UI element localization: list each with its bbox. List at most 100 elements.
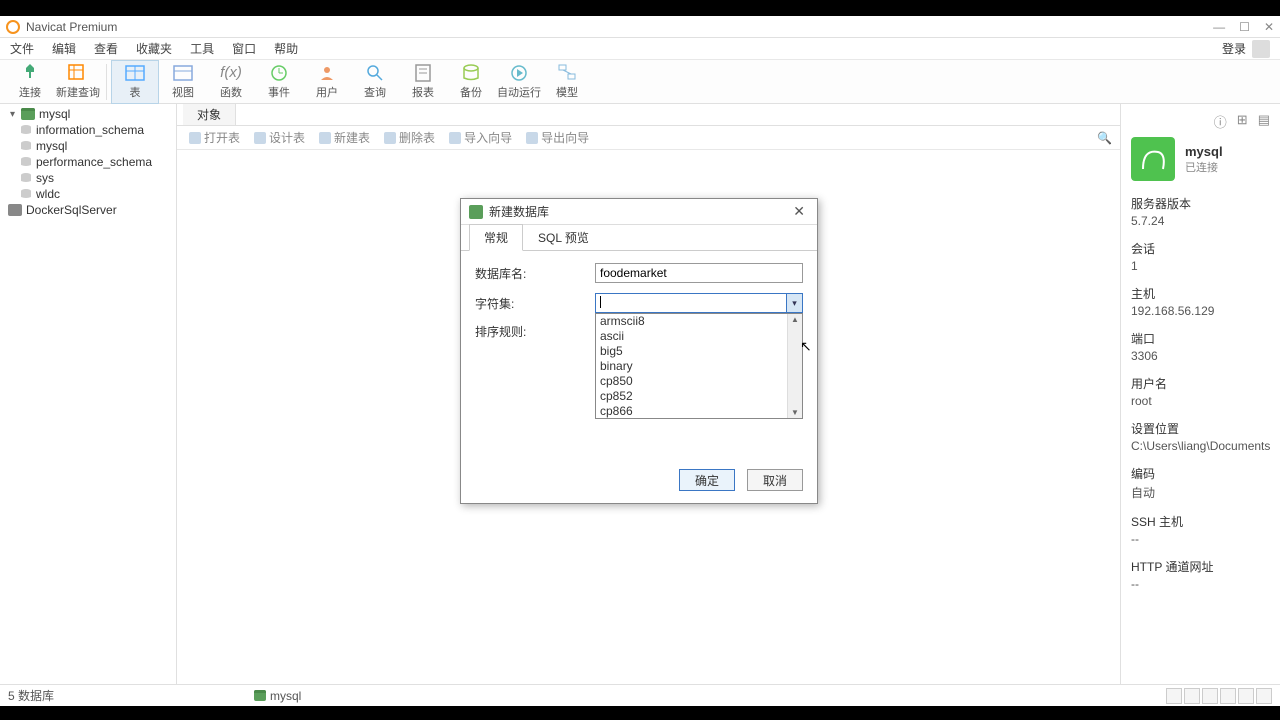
ok-button[interactable]: 确定 xyxy=(679,469,735,491)
schema-icon xyxy=(20,188,32,200)
scrollbar[interactable]: ▲▼ xyxy=(787,314,802,418)
avatar-icon[interactable] xyxy=(1252,40,1270,58)
schema-icon xyxy=(20,156,32,168)
search-icon[interactable]: 🔍 xyxy=(1097,131,1112,145)
tab-objects[interactable]: 对象 xyxy=(183,104,236,125)
menu-file[interactable]: 文件 xyxy=(10,40,34,57)
tb-view[interactable]: 视图 xyxy=(159,60,207,104)
menu-favorites[interactable]: 收藏夹 xyxy=(136,40,172,57)
tb-user[interactable]: 用户 xyxy=(303,60,351,104)
export-icon xyxy=(526,132,538,144)
new-table-button[interactable]: 新建表 xyxy=(315,129,374,146)
user-icon xyxy=(317,64,337,82)
database-icon xyxy=(469,205,483,219)
tb-table[interactable]: 表 xyxy=(111,60,159,104)
info-value: 192.168.56.129 xyxy=(1131,304,1270,318)
database-icon xyxy=(254,690,266,701)
info-label: 主机 xyxy=(1131,285,1270,302)
tree-db-wldc[interactable]: wldc xyxy=(0,186,176,202)
schema-icon xyxy=(20,124,32,136)
charset-option[interactable]: big5 xyxy=(596,344,802,359)
tb-autorun[interactable]: 自动运行 xyxy=(495,60,543,104)
chevron-down-icon[interactable]: ▾ xyxy=(8,110,17,119)
charset-option[interactable]: binary xyxy=(596,359,802,374)
cancel-button[interactable]: 取消 xyxy=(747,469,803,491)
design-table-icon xyxy=(254,132,266,144)
mysql-logo-icon xyxy=(1131,137,1175,181)
info-value: 3306 xyxy=(1131,349,1270,363)
view-sidebar-left-icon[interactable] xyxy=(1220,688,1236,704)
tree-db-mysql[interactable]: mysql xyxy=(0,138,176,154)
scroll-down-icon[interactable]: ▼ xyxy=(791,408,799,417)
view-list-icon[interactable] xyxy=(1184,688,1200,704)
tb-function[interactable]: f(x)函数 xyxy=(207,60,255,104)
fx-icon: f(x) xyxy=(221,64,241,82)
import-icon xyxy=(449,132,461,144)
main-toolbar: 连接 新建查询 表 视图 f(x)函数 事件 用户 查询 报表 备份 自动运行 … xyxy=(0,60,1280,104)
menu-view[interactable]: 查看 xyxy=(94,40,118,57)
chevron-down-icon[interactable]: ▾ xyxy=(786,294,802,312)
tb-backup[interactable]: 备份 xyxy=(447,60,495,104)
tree-conn-mysql[interactable]: ▾mysql xyxy=(0,106,176,122)
schema-icon xyxy=(20,140,32,152)
charset-option[interactable]: cp866 xyxy=(596,404,802,419)
info-value: 1 xyxy=(1131,259,1270,273)
info-value: -- xyxy=(1131,577,1270,591)
info-icon[interactable]: ⓘ xyxy=(1214,112,1227,131)
delete-table-button[interactable]: 删除表 xyxy=(380,129,439,146)
conn-status: 已连接 xyxy=(1185,159,1223,175)
minimize-icon[interactable]: — xyxy=(1213,20,1225,34)
db-name-input[interactable] xyxy=(595,263,803,283)
view-sidebar-right-icon[interactable] xyxy=(1238,688,1254,704)
tb-report[interactable]: 报表 xyxy=(399,60,447,104)
window-controls: — ☐ ✕ xyxy=(1213,20,1274,34)
tab-sql-preview[interactable]: SQL 预览 xyxy=(523,224,604,250)
import-wizard-button[interactable]: 导入向导 xyxy=(445,129,516,146)
design-table-button[interactable]: 设计表 xyxy=(250,129,309,146)
titlebar: Navicat Premium — ☐ ✕ xyxy=(0,16,1280,38)
charset-option[interactable]: cp850 xyxy=(596,374,802,389)
dialog-titlebar[interactable]: 新建数据库 ✕ xyxy=(461,199,817,225)
tree-db-sys[interactable]: sys xyxy=(0,170,176,186)
charset-option[interactable]: ascii xyxy=(596,329,802,344)
tb-connection[interactable]: 连接 xyxy=(6,60,54,104)
view-detail-icon[interactable] xyxy=(1202,688,1218,704)
grid-plus-icon xyxy=(68,64,88,82)
tb-newquery[interactable]: 新建查询 xyxy=(54,60,102,104)
tb-model[interactable]: 模型 xyxy=(543,60,591,104)
delete-table-icon xyxy=(384,132,396,144)
menu-window[interactable]: 窗口 xyxy=(232,40,256,57)
export-wizard-button[interactable]: 导出向导 xyxy=(522,129,593,146)
menu-help[interactable]: 帮助 xyxy=(274,40,298,57)
tree-conn-docker[interactable]: DockerSqlServer xyxy=(0,202,176,218)
view-grid-icon[interactable] xyxy=(1166,688,1182,704)
login-link[interactable]: 登录 xyxy=(1222,40,1246,57)
grid-icon[interactable]: ⊞ xyxy=(1237,112,1248,131)
server-icon xyxy=(8,204,22,216)
scroll-up-icon[interactable]: ▲ xyxy=(791,315,799,324)
tree-db-performance-schema[interactable]: performance_schema xyxy=(0,154,176,170)
tab-general[interactable]: 常规 xyxy=(469,224,523,251)
close-icon[interactable]: ✕ xyxy=(789,203,809,220)
view-icon xyxy=(173,64,193,82)
tree-db-information-schema[interactable]: information_schema xyxy=(0,122,176,138)
charset-combobox[interactable] xyxy=(595,293,803,313)
maximize-icon[interactable]: ☐ xyxy=(1239,20,1250,34)
charset-option[interactable]: cp852 xyxy=(596,389,802,404)
open-table-button[interactable]: 打开表 xyxy=(185,129,244,146)
info-label: HTTP 通道网址 xyxy=(1131,558,1270,575)
tb-event[interactable]: 事件 xyxy=(255,60,303,104)
view-bottom-icon[interactable] xyxy=(1256,688,1272,704)
model-icon xyxy=(557,64,577,82)
info-value: -- xyxy=(1131,532,1270,546)
menu-tools[interactable]: 工具 xyxy=(190,40,214,57)
charset-option[interactable]: armscii8 xyxy=(596,314,802,329)
menubar: 文件 编辑 查看 收藏夹 工具 窗口 帮助 登录 xyxy=(0,38,1280,60)
info-value: 5.7.24 xyxy=(1131,214,1270,228)
info-value: 自动 xyxy=(1131,484,1270,501)
new-database-dialog: 新建数据库 ✕ 常规 SQL 预览 数据库名: 字符集: ▾ armscii8 … xyxy=(460,198,818,504)
menu-edit[interactable]: 编辑 xyxy=(52,40,76,57)
close-icon[interactable]: ✕ xyxy=(1264,20,1274,34)
tb-query[interactable]: 查询 xyxy=(351,60,399,104)
list-icon[interactable]: ▤ xyxy=(1258,112,1270,131)
